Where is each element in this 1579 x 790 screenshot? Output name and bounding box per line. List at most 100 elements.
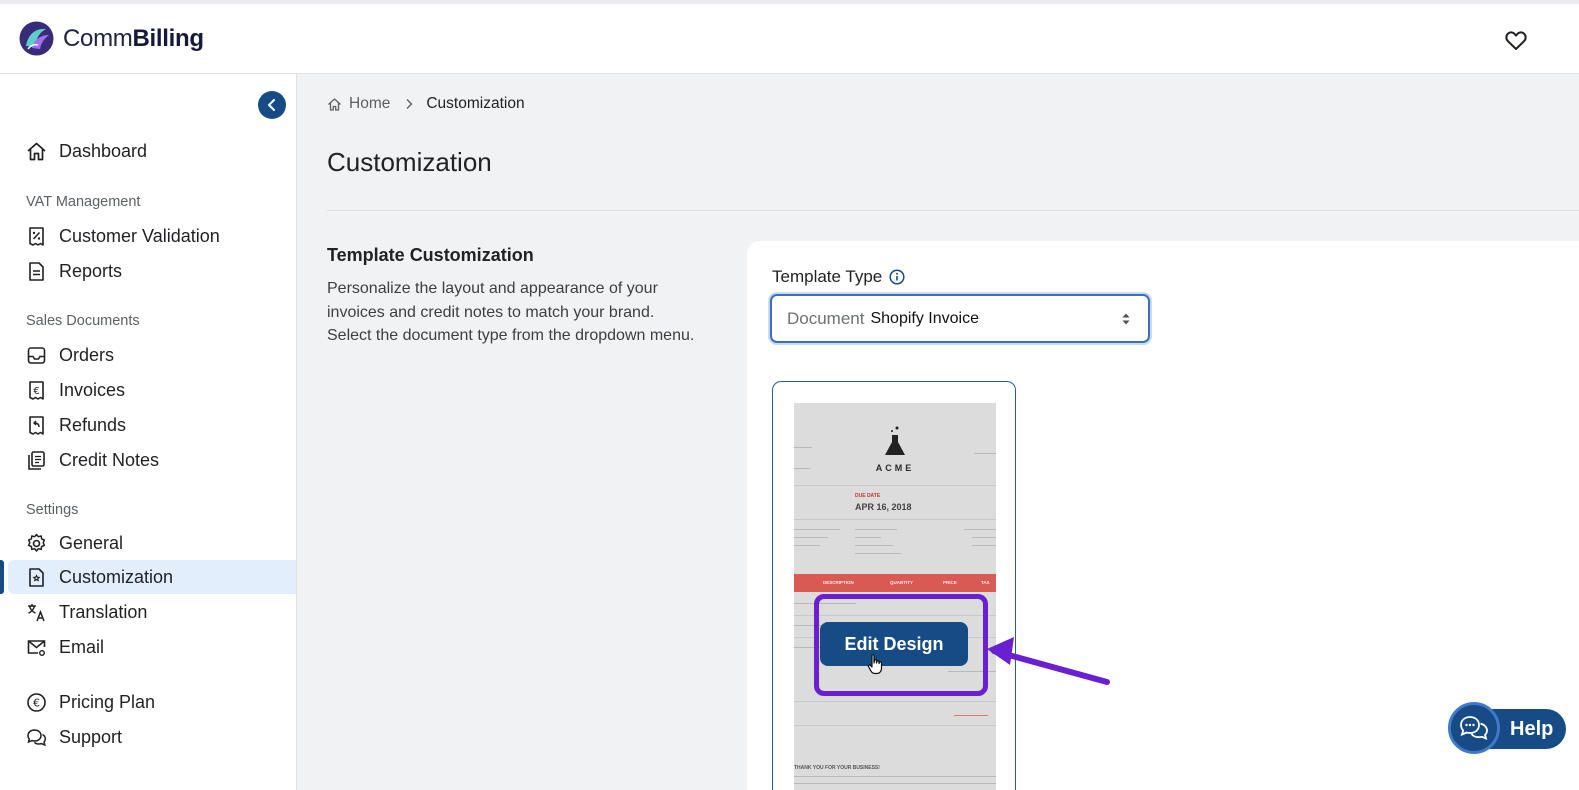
template-type-label: Template Type <box>772 267 905 287</box>
template-type-select[interactable]: Document Shopify Invoice <box>770 294 1150 343</box>
preview-footer: THANK YOU FOR YOUR BUSINESS! <box>794 765 880 771</box>
sidebar-item-dashboard[interactable]: Dashboard <box>0 134 296 168</box>
main-content: Home Customization Customization Templat… <box>297 74 1579 790</box>
page-title: Customization <box>327 147 492 177</box>
svg-text:€: € <box>33 696 40 709</box>
preview-rule <box>794 519 996 520</box>
preview-due-date: APR 16, 2018 <box>855 502 912 512</box>
sidebar-item-label: General <box>59 532 124 553</box>
section-title: Template Customization <box>327 245 534 265</box>
preview-text-line <box>855 529 897 530</box>
sidebar-item-translation[interactable]: Translation <box>0 595 296 629</box>
chat-bubbles-icon <box>1460 716 1488 741</box>
chat-bubbles-icon <box>27 728 47 746</box>
preview-text-line <box>954 715 988 716</box>
sidebar-item-label: Dashboard <box>59 140 148 161</box>
section-settings: Settings <box>26 502 79 518</box>
section-sales-documents: Sales Documents <box>26 313 140 329</box>
preview-text-line <box>974 453 996 454</box>
sidebar-item-support[interactable]: Support <box>0 720 296 754</box>
help-widget[interactable]: Help <box>1448 702 1566 754</box>
refund-receipt-icon <box>29 415 44 435</box>
sidebar-item-label: Reports <box>59 260 123 281</box>
inbox-icon <box>27 346 46 364</box>
preview-text-line <box>794 447 812 448</box>
sidebar-item-refunds[interactable]: Refunds <box>0 408 296 442</box>
preview-text-line <box>794 529 840 530</box>
divider <box>327 210 1579 211</box>
sidebar-item-label: Email <box>59 636 105 657</box>
brand-logo[interactable]: CommBilling <box>18 20 204 57</box>
pointer-arrow-icon <box>987 637 1110 685</box>
section-description: Personalize the layout and appearance of… <box>327 280 695 344</box>
collapse-sidebar-button[interactable] <box>258 91 286 119</box>
hand-cursor-icon <box>867 654 883 675</box>
sidebar-item-invoices[interactable]: € Invoices <box>0 373 296 407</box>
select-value: Shopify Invoice <box>870 309 979 327</box>
commbilling-logo-icon <box>19 21 54 56</box>
sidebar-item-label: Translation <box>59 601 148 622</box>
sidebar-item-reports[interactable]: Reports <box>0 254 296 288</box>
preview-text-line <box>794 783 996 784</box>
help-circle <box>1448 702 1500 754</box>
sidebar-item-label: Customization <box>59 566 174 587</box>
home-icon <box>328 97 341 111</box>
preview-table-header: DESCRIPTION QUANTITY PRICE TAX <box>794 574 996 592</box>
receipt-percent-icon <box>29 226 44 246</box>
flask-logo-icon <box>885 426 905 455</box>
euro-circle-icon: € <box>27 692 46 712</box>
preview-text-line <box>964 529 996 530</box>
preview-text-line <box>855 537 881 538</box>
sidebar-item-customization[interactable]: Customization <box>8 560 296 594</box>
home-icon <box>27 142 46 160</box>
preview-brand: ACME <box>875 463 915 473</box>
section-vat-management: VAT Management <box>26 194 141 210</box>
preview-text-line <box>972 537 996 538</box>
chevron-left-icon <box>268 99 275 111</box>
chevron-right-icon <box>406 99 413 109</box>
sidebar-item-credit-notes[interactable]: Credit Notes <box>0 443 296 477</box>
top-bar: CommBilling <box>0 0 1579 74</box>
document-icon <box>29 261 44 281</box>
mail-gear-icon <box>27 639 46 656</box>
euro-receipt-icon: € <box>29 380 44 400</box>
sidebar-item-label: Invoices <box>59 379 126 400</box>
info-icon[interactable] <box>889 269 905 285</box>
sidebar-item-label: Refunds <box>59 414 127 435</box>
preview-rule <box>794 701 996 702</box>
preview-text-line <box>794 537 828 538</box>
preview-text-line <box>794 468 810 469</box>
breadcrumb: Home Customization <box>327 95 525 113</box>
template-preview-card[interactable]: ACME DUE DATE APR 16, 2018 DESCRIPTION Q… <box>772 381 1016 790</box>
sidebar-item-label: Pricing Plan <box>59 691 156 712</box>
favorite-heart-icon[interactable] <box>1505 31 1527 51</box>
documents-stack-icon <box>28 450 45 470</box>
preview-text-line <box>855 545 893 546</box>
sidebar-item-general[interactable]: General <box>0 526 296 560</box>
sidebar-item-label: Orders <box>59 344 115 365</box>
preview-text-line <box>972 545 996 546</box>
sidebar-item-customer-validation[interactable]: Customer Validation <box>0 219 296 253</box>
updown-caret-icon <box>1122 313 1130 325</box>
sidebar-item-pricing-plan[interactable]: € Pricing Plan <box>0 685 296 719</box>
sidebar-item-label: Support <box>59 726 123 747</box>
edit-design-button[interactable]: Edit Design <box>820 622 968 666</box>
preview-text-line <box>855 553 901 554</box>
preview-text-line <box>794 545 820 546</box>
breadcrumb-current: Customization <box>426 95 525 112</box>
translate-icon <box>28 603 45 621</box>
active-indicator <box>0 560 4 594</box>
custom-document-icon <box>29 567 44 587</box>
sidebar-item-email[interactable]: Email <box>0 630 296 664</box>
preview-due-label: DUE DATE <box>855 493 881 499</box>
breadcrumb-home-link[interactable]: Home <box>349 95 390 113</box>
preview-rule <box>794 725 996 726</box>
select-prefix: Document <box>787 308 865 328</box>
brand-name: CommBilling <box>63 24 204 52</box>
sidebar-item-label: Customer Validation <box>59 225 220 246</box>
preview-text-line <box>794 776 996 777</box>
sidebar: Dashboard VAT Management Customer Valida… <box>0 74 297 790</box>
sidebar-item-orders[interactable]: Orders <box>0 338 296 372</box>
preview-rule <box>794 485 996 486</box>
gear-icon <box>27 533 46 552</box>
